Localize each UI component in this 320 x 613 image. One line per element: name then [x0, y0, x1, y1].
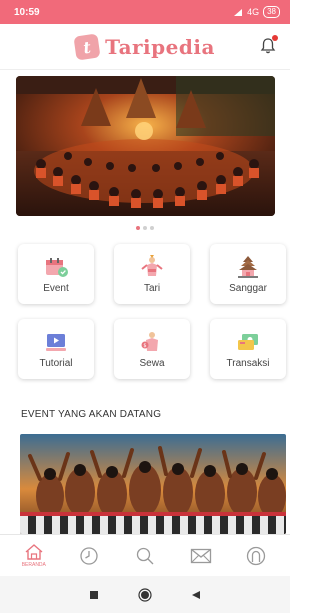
event-image: [20, 434, 286, 534]
nav-item-beranda[interactable]: BERANDA: [14, 536, 54, 576]
home-icon: [25, 544, 43, 560]
mail-icon: [190, 548, 211, 563]
menu-grid: Event Tari Sanggar Tutorial $ Sewa Trans…: [18, 244, 288, 379]
menu-item-sewa[interactable]: $ Sewa: [114, 319, 190, 379]
menu-label: Tutorial: [39, 357, 73, 369]
battery-level: 38: [263, 6, 280, 18]
menu-label: Event: [43, 282, 69, 294]
banner-carousel[interactable]: [16, 76, 275, 216]
menu-item-event[interactable]: Event: [18, 244, 94, 304]
menu-label: Transaksi: [226, 357, 270, 369]
menu-label: Sanggar: [229, 282, 267, 294]
carousel-dot[interactable]: [136, 226, 140, 230]
nav-item-messages[interactable]: [181, 536, 221, 576]
banner-image: [16, 76, 275, 216]
section-title-upcoming-events: EVENT YANG AKAN DATANG: [21, 409, 162, 420]
costume-rental-icon: $: [141, 331, 158, 351]
status-bar: 10:59 4G 38: [0, 0, 290, 24]
temple-icon: [238, 255, 258, 278]
status-icons: 4G 38: [233, 6, 280, 18]
video-tutorial-icon: [46, 333, 66, 351]
calendar-icon: [46, 257, 68, 277]
profile-icon: [247, 546, 266, 565]
network-type: 4G: [247, 7, 260, 17]
app-header: t Taripedia: [0, 24, 290, 70]
menu-item-sanggar[interactable]: Sanggar: [210, 244, 286, 304]
carousel-dot[interactable]: [143, 226, 147, 230]
dancer-icon: [141, 254, 163, 276]
search-icon: [136, 547, 154, 564]
recent-apps-icon[interactable]: [89, 590, 99, 600]
menu-item-tari[interactable]: Tari: [114, 244, 190, 304]
system-nav-bar: [0, 576, 290, 613]
clock-icon: [80, 546, 99, 565]
carousel-dot[interactable]: [150, 226, 154, 230]
nav-label: BERANDA: [21, 562, 46, 568]
app-title: Taripedia: [105, 34, 215, 59]
brand: t Taripedia: [73, 32, 215, 61]
bottom-nav: BERANDA: [0, 534, 290, 576]
nav-item-history[interactable]: [69, 536, 109, 576]
event-card[interactable]: [20, 434, 286, 534]
carousel-indicator: [0, 226, 290, 230]
menu-item-transaksi[interactable]: Transaksi: [210, 319, 286, 379]
nav-item-profile[interactable]: [236, 536, 276, 576]
home-button-icon[interactable]: [138, 587, 152, 602]
transaction-icon: [238, 333, 258, 350]
signal-icon: [234, 8, 243, 16]
notification-badge: [272, 35, 278, 41]
menu-item-tutorial[interactable]: Tutorial: [18, 319, 94, 379]
back-icon[interactable]: [191, 590, 201, 600]
notification-button[interactable]: [260, 35, 278, 55]
status-time: 10:59: [14, 6, 40, 18]
menu-label: Sewa: [139, 357, 165, 369]
menu-label: Tari: [143, 282, 161, 294]
brand-logo: t: [73, 32, 101, 61]
nav-item-search[interactable]: [125, 536, 165, 576]
svg-text:$: $: [143, 343, 146, 349]
